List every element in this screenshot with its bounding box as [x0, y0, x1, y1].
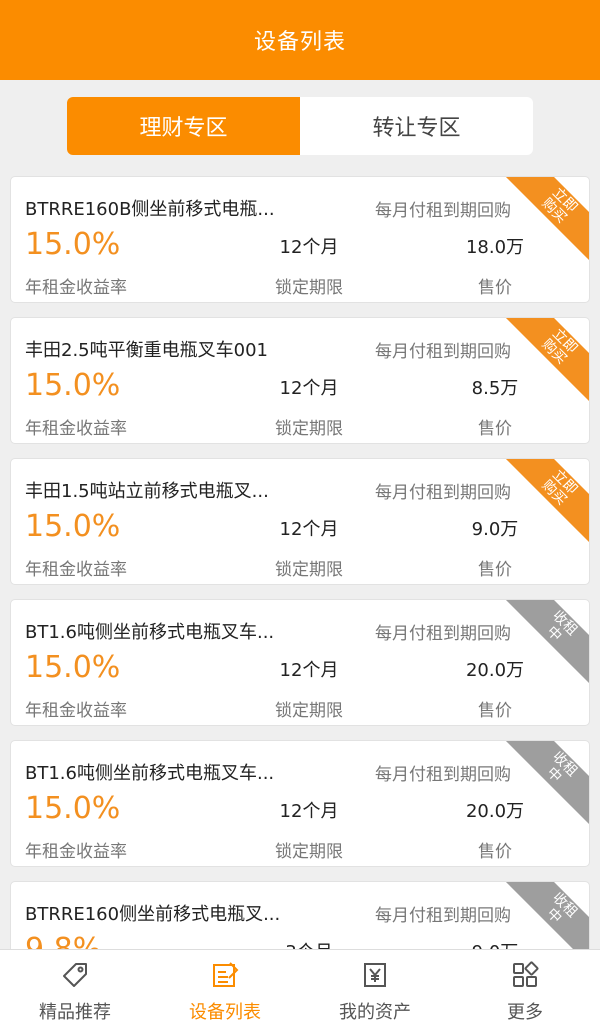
device-price: 9.0万: [471, 519, 519, 540]
nav-device-list[interactable]: 设备列表: [150, 950, 300, 1034]
device-terms: 每月付租到期回购: [375, 624, 511, 644]
device-name: BTRRE160侧坐前移式电瓶叉...: [25, 904, 281, 925]
device-name: 丰田2.5吨平衡重电瓶叉车001: [25, 340, 268, 361]
tab-transfer-zone[interactable]: 转让专区: [300, 97, 533, 155]
device-price: 8.5万: [471, 378, 519, 399]
nav-label: 精品推荐: [39, 1002, 111, 1023]
device-price: 9.0万: [445, 938, 545, 949]
device-rate: 15.0%: [25, 227, 121, 262]
price-label: 售价: [478, 278, 512, 298]
device-terms: 每月付租到期回购: [375, 342, 511, 362]
nav-featured[interactable]: 精品推荐: [0, 950, 150, 1034]
device-period: 12个月: [279, 660, 339, 681]
nav-more[interactable]: 更多: [450, 950, 600, 1034]
yen-wallet-icon: [364, 963, 386, 987]
device-terms: 每月付租到期回购: [375, 906, 511, 926]
tag-icon: [63, 963, 87, 987]
device-period: 12个月: [279, 378, 339, 399]
price-label: 售价: [478, 419, 512, 439]
nav-label: 更多: [507, 1002, 543, 1023]
rate-label: 年租金收益率: [25, 419, 127, 439]
tab-finance-zone[interactable]: 理财专区: [67, 97, 300, 155]
device-name: BT1.6吨侧坐前移式电瓶叉车...: [25, 622, 275, 643]
period-label: 锁定期限: [275, 419, 343, 439]
page-title: 设备列表: [253, 30, 346, 55]
period-label: 锁定期限: [275, 560, 343, 580]
device-period: 12个月: [279, 237, 339, 258]
rate-label: 年租金收益率: [25, 278, 127, 298]
device-rate: 15.0%: [25, 368, 121, 403]
nav-label: 设备列表: [189, 1002, 261, 1023]
device-period: 12个月: [279, 801, 339, 822]
period-label: 锁定期限: [275, 278, 343, 298]
device-card[interactable]: 丰田2.5吨平衡重电瓶叉车001 每月付租到期回购 15.0% 年租金收益率 1…: [10, 317, 590, 444]
device-period: 12个月: [279, 519, 339, 540]
device-list[interactable]: BTRRE160B侧坐前移式电瓶... 每月付租到期回购 15.0% 年租金收益…: [0, 176, 600, 949]
price-label: 售价: [478, 560, 512, 580]
rate-label: 年租金收益率: [25, 701, 127, 721]
period-label: 锁定期限: [275, 701, 343, 721]
device-price: 18.0万: [465, 237, 525, 258]
device-name: BT1.6吨侧坐前移式电瓶叉车...: [25, 763, 275, 784]
device-rate: 9.8%: [25, 932, 101, 949]
device-card[interactable]: BT1.6吨侧坐前移式电瓶叉车... 每月付租到期回购 15.0% 年租金收益率…: [10, 599, 590, 726]
device-card[interactable]: BTRRE160侧坐前移式电瓶叉... 每月付租到期回购 9.8% 年租金收益率…: [10, 881, 590, 949]
device-terms: 每月付租到期回购: [375, 765, 511, 785]
app-header: 设备列表: [0, 0, 600, 80]
rate-label: 年租金收益率: [25, 842, 127, 862]
zone-tabs: 理财专区 转让专区: [67, 97, 533, 155]
price-label: 售价: [478, 842, 512, 862]
device-price: 20.0万: [465, 660, 525, 681]
nav-label: 我的资产: [339, 1002, 411, 1023]
device-terms: 每月付租到期回购: [375, 201, 511, 221]
device-card[interactable]: 丰田1.5吨站立前移式电瓶叉... 每月付租到期回购 15.0% 年租金收益率 …: [10, 458, 590, 585]
device-terms: 每月付租到期回购: [375, 483, 511, 503]
edit-list-icon: [213, 962, 239, 987]
device-rate: 15.0%: [25, 791, 121, 826]
device-card[interactable]: BTRRE160B侧坐前移式电瓶... 每月付租到期回购 15.0% 年租金收益…: [10, 176, 590, 303]
device-card[interactable]: BT1.6吨侧坐前移式电瓶叉车... 每月付租到期回购 15.0% 年租金收益率…: [10, 740, 590, 867]
device-period: 3个月: [269, 938, 349, 949]
rate-label: 年租金收益率: [25, 560, 127, 580]
device-name: BTRRE160B侧坐前移式电瓶...: [25, 199, 275, 220]
price-label: 售价: [478, 701, 512, 721]
bottom-nav: 精品推荐 设备列表 我的资产 更多: [0, 949, 600, 1034]
grid-icon: [513, 961, 539, 987]
device-price: 20.0万: [465, 801, 525, 822]
nav-my-assets[interactable]: 我的资产: [300, 950, 450, 1034]
period-label: 锁定期限: [275, 842, 343, 862]
device-name: 丰田1.5吨站立前移式电瓶叉...: [25, 481, 269, 502]
device-rate: 15.0%: [25, 509, 121, 544]
device-rate: 15.0%: [25, 650, 121, 685]
